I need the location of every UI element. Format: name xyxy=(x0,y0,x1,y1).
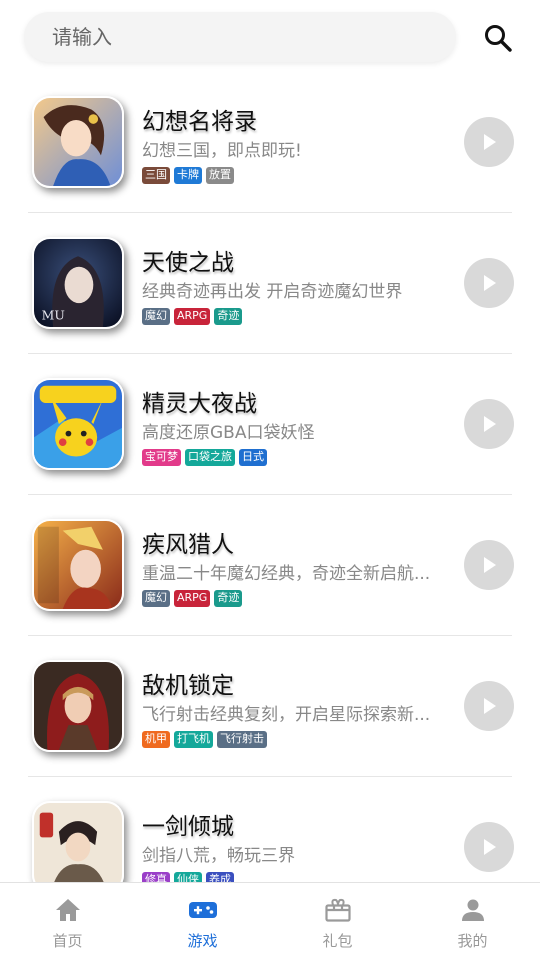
game-tag: 养成 xyxy=(206,872,234,882)
game-tags: 三国 卡牌 放置 xyxy=(142,167,234,184)
user-icon xyxy=(459,896,487,924)
game-tag: 放置 xyxy=(206,167,234,184)
play-button[interactable] xyxy=(464,822,514,872)
game-tag: 三国 xyxy=(142,167,170,184)
game-description: 经典奇迹再出发 开启奇迹魔幻世界 xyxy=(142,282,403,302)
gamepad-icon xyxy=(188,896,217,924)
game-list-item[interactable]: MU 天使之战 经典奇迹再出发 开启奇迹魔幻世界 魔幻 ARPG 奇迹 xyxy=(28,213,514,354)
pikachu-icon[interactable] xyxy=(32,378,124,470)
game-tag: 宝可梦 xyxy=(142,449,181,466)
game-tag: 飞行射击 xyxy=(217,731,267,748)
search-button[interactable] xyxy=(478,18,518,58)
play-icon xyxy=(484,839,496,855)
game-tag: 奇迹 xyxy=(214,308,243,325)
game-tag: 仙侠 xyxy=(174,872,202,882)
game-description: 幻想三国，即点即玩! xyxy=(142,141,302,161)
play-button[interactable] xyxy=(464,117,514,167)
game-tag: 日式 xyxy=(239,449,267,466)
game-title: 天使之战 xyxy=(142,250,234,276)
game-list-item[interactable]: 一剑倾城 剑指八荒，畅玩三界 修真 仙侠 养成 xyxy=(28,777,514,882)
play-icon xyxy=(484,416,496,432)
svg-text:MU: MU xyxy=(42,307,65,322)
game-description: 高度还原GBA口袋妖怪 xyxy=(142,423,315,443)
home-icon xyxy=(54,896,82,924)
search-input[interactable] xyxy=(24,12,456,62)
nav-item-home[interactable]: 首页 xyxy=(0,883,135,960)
screen: 幻想名将录 幻想三国，即点即玩! 三国 卡牌 放置 MU xyxy=(0,0,540,960)
fantasy-generals-icon[interactable] xyxy=(32,96,124,188)
game-list-item[interactable]: 敌机锁定 飞行射击经典复刻，开启星际探索新... 机甲 打飞机 飞行射击 xyxy=(28,636,514,777)
play-icon xyxy=(484,698,496,714)
game-tag: 魔幻 xyxy=(142,308,170,325)
wind-hunter-icon[interactable] xyxy=(32,519,124,611)
nav-item-profile[interactable]: 我的 xyxy=(405,883,540,960)
nav-item-games[interactable]: 游戏 xyxy=(135,883,270,960)
game-tag: 修真 xyxy=(142,872,170,882)
game-title: 一剑倾城 xyxy=(142,814,234,840)
game-description: 重温二十年魔幻经典，奇迹全新启航... xyxy=(142,564,431,584)
play-icon xyxy=(484,275,496,291)
play-button[interactable] xyxy=(464,258,514,308)
game-list: 幻想名将录 幻想三国，即点即玩! 三国 卡牌 放置 MU 天使之战 经典奇迹再出… xyxy=(0,72,540,882)
play-icon xyxy=(484,557,496,573)
gift-icon xyxy=(324,896,352,924)
game-title: 精灵大夜战 xyxy=(142,391,257,417)
nav-label: 游戏 xyxy=(187,932,218,950)
game-title: 幻想名将录 xyxy=(142,109,257,135)
game-tag: ARPG xyxy=(174,308,211,325)
play-button[interactable] xyxy=(464,681,514,731)
game-tag: 口袋之旅 xyxy=(185,449,235,466)
game-title: 疾风猎人 xyxy=(142,532,234,558)
game-list-item[interactable]: 疾风猎人 重温二十年魔幻经典，奇迹全新启航... 魔幻 ARPG 奇迹 xyxy=(28,495,514,636)
game-list-item[interactable]: 精灵大夜战 高度还原GBA口袋妖怪 宝可梦 口袋之旅 日式 xyxy=(28,354,514,495)
game-tag: 打飞机 xyxy=(174,731,213,748)
swordsman-icon[interactable] xyxy=(32,801,124,882)
play-button[interactable] xyxy=(464,540,514,590)
game-tags: 修真 仙侠 养成 xyxy=(142,872,234,882)
play-icon xyxy=(484,134,496,150)
game-tag: 奇迹 xyxy=(214,590,243,607)
game-tags: 机甲 打飞机 飞行射击 xyxy=(142,731,267,748)
search-icon xyxy=(485,25,512,52)
game-tags: 宝可梦 口袋之旅 日式 xyxy=(142,449,267,466)
game-list-item[interactable]: 幻想名将录 幻想三国，即点即玩! 三国 卡牌 放置 xyxy=(28,72,514,213)
search-bar[interactable] xyxy=(24,12,456,62)
game-tags: 魔幻 ARPG 奇迹 xyxy=(142,590,243,607)
nav-label: 首页 xyxy=(52,932,83,950)
game-tag: 卡牌 xyxy=(174,167,202,184)
play-button[interactable] xyxy=(464,399,514,449)
game-title: 敌机锁定 xyxy=(142,673,234,699)
game-tags: 魔幻 ARPG 奇迹 xyxy=(142,308,243,325)
nav-label: 礼包 xyxy=(322,932,353,950)
bottom-nav: 首页 游戏 礼包 我的 xyxy=(0,882,540,960)
angel-war-icon[interactable]: MU xyxy=(32,237,124,329)
game-tag: ARPG xyxy=(174,590,211,607)
red-hood-icon[interactable] xyxy=(32,660,124,752)
game-tag: 魔幻 xyxy=(142,590,170,607)
nav-label: 我的 xyxy=(457,932,488,950)
nav-item-gift[interactable]: 礼包 xyxy=(270,883,405,960)
game-description: 飞行射击经典复刻，开启星际探索新... xyxy=(142,705,431,725)
game-tag: 机甲 xyxy=(142,731,170,748)
game-description: 剑指八荒，畅玩三界 xyxy=(142,846,295,866)
